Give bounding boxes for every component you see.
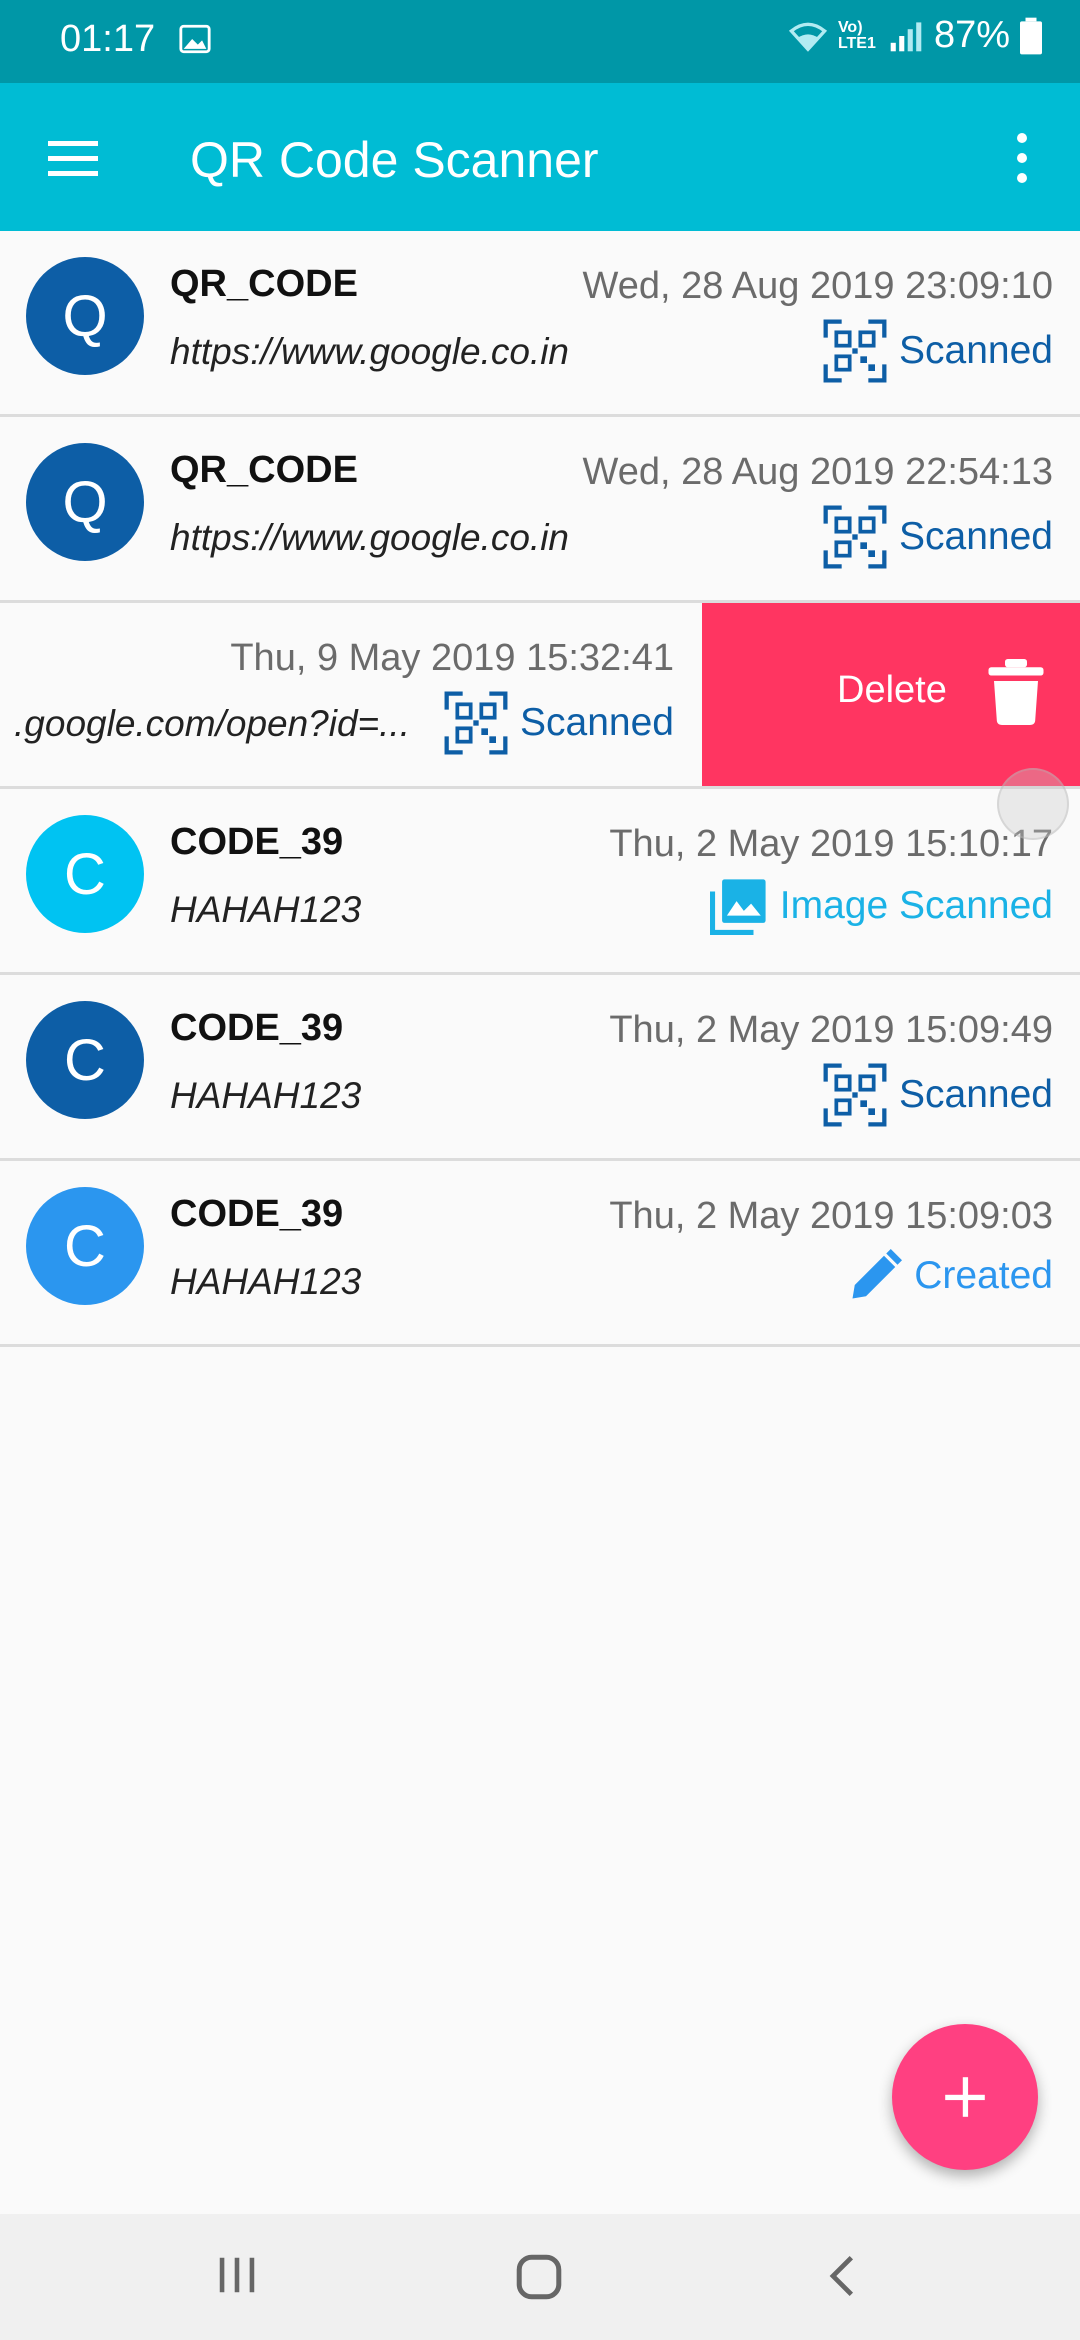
qr-code-icon bbox=[444, 691, 508, 755]
status-label: Created bbox=[914, 1254, 1053, 1297]
qr-code-icon bbox=[823, 319, 887, 383]
add-fab-button[interactable] bbox=[892, 2024, 1038, 2170]
signal-icon bbox=[890, 21, 922, 51]
plus-icon bbox=[945, 2077, 985, 2117]
avatar: C bbox=[26, 1187, 144, 1305]
scan-date: Wed, 28 Aug 2019 22:54:13 bbox=[582, 451, 1053, 493]
status-group: Scanned bbox=[823, 319, 1053, 383]
history-item[interactable]: C CODE_39 HAHAH123 Thu, 2 May 2019 15:09… bbox=[0, 1161, 1080, 1347]
code-type: CODE_39 bbox=[170, 1193, 344, 1235]
status-label: Scanned bbox=[899, 329, 1053, 372]
code-value: HAHAH123 bbox=[170, 1075, 362, 1116]
touch-indicator bbox=[997, 768, 1069, 840]
code-type: QR_CODE bbox=[170, 449, 358, 491]
image-icon bbox=[709, 879, 766, 935]
status-group: Created bbox=[848, 1249, 1053, 1303]
delete-button[interactable]: Delete bbox=[702, 603, 1080, 786]
wifi-icon bbox=[788, 22, 828, 52]
pencil-icon bbox=[852, 1249, 903, 1299]
scan-date: Thu, 2 May 2019 15:09:49 bbox=[609, 1009, 1053, 1051]
avatar: C bbox=[26, 815, 144, 933]
trash-icon bbox=[988, 659, 1044, 725]
system-nav-bar bbox=[0, 2214, 1080, 2340]
recent-apps-icon[interactable] bbox=[214, 2252, 260, 2298]
code-type: QR_CODE bbox=[170, 263, 358, 305]
code-value: HAHAH123 bbox=[170, 1261, 362, 1302]
network-label: Vo) LTE1 bbox=[837, 18, 876, 52]
history-item-swiped[interactable]: .google.com/open?id=... Thu, 9 May 2019 … bbox=[0, 603, 1080, 789]
avatar: Q bbox=[26, 257, 144, 375]
scan-date: Thu, 9 May 2019 15:32:41 bbox=[230, 637, 674, 679]
menu-icon[interactable] bbox=[38, 123, 108, 193]
status-group: Scanned bbox=[823, 505, 1053, 569]
code-value: https://www.google.co.in bbox=[170, 331, 569, 372]
back-icon[interactable] bbox=[822, 2252, 866, 2300]
code-value: .google.com/open?id=... bbox=[14, 703, 410, 744]
delete-label: Delete bbox=[837, 669, 947, 711]
status-label: Image Scanned bbox=[779, 884, 1053, 927]
qr-code-icon bbox=[823, 505, 887, 569]
battery-percent: 87% bbox=[933, 14, 1010, 56]
code-value: https://www.google.co.in bbox=[170, 517, 569, 558]
history-item[interactable]: Q QR_CODE https://www.google.co.in Wed, … bbox=[0, 417, 1080, 603]
history-list: Q QR_CODE https://www.google.co.in Wed, … bbox=[0, 231, 1080, 1347]
code-type: CODE_39 bbox=[170, 821, 344, 863]
code-type: CODE_39 bbox=[170, 1007, 344, 1049]
image-notification-icon bbox=[179, 24, 211, 54]
scan-date: Wed, 28 Aug 2019 23:09:10 bbox=[582, 265, 1053, 307]
status-label: Scanned bbox=[899, 515, 1053, 558]
status-group: Scanned bbox=[823, 1063, 1053, 1127]
scan-date: Thu, 2 May 2019 15:09:03 bbox=[609, 1195, 1053, 1237]
status-time: 01:17 bbox=[60, 18, 156, 60]
code-value: HAHAH123 bbox=[170, 889, 362, 930]
overflow-menu-icon[interactable] bbox=[1000, 123, 1044, 193]
app-title: QR Code Scanner bbox=[190, 132, 599, 188]
status-label: Scanned bbox=[520, 701, 674, 744]
status-group: Image Scanned bbox=[709, 877, 1053, 935]
history-item[interactable]: C CODE_39 HAHAH123 Thu, 2 May 2019 15:09… bbox=[0, 975, 1080, 1161]
home-icon[interactable] bbox=[514, 2252, 564, 2302]
scan-date: Thu, 2 May 2019 15:10:17 bbox=[609, 823, 1053, 865]
avatar: Q bbox=[26, 443, 144, 561]
battery-icon bbox=[1020, 17, 1042, 54]
app-bar: QR Code Scanner bbox=[0, 83, 1080, 231]
status-right-group: Vo) LTE1 87% bbox=[788, 14, 1042, 57]
history-item[interactable]: C CODE_39 HAHAH123 Thu, 2 May 2019 15:10… bbox=[0, 789, 1080, 975]
swiped-item-content[interactable]: .google.com/open?id=... Thu, 9 May 2019 … bbox=[0, 603, 702, 786]
status-label: Scanned bbox=[899, 1073, 1053, 1116]
status-group: Scanned bbox=[444, 691, 674, 755]
avatar: C bbox=[26, 1001, 144, 1119]
status-bar: 01:17 Vo) LTE1 87% bbox=[0, 0, 1080, 83]
qr-code-icon bbox=[823, 1063, 887, 1127]
history-item[interactable]: Q QR_CODE https://www.google.co.in Wed, … bbox=[0, 231, 1080, 417]
